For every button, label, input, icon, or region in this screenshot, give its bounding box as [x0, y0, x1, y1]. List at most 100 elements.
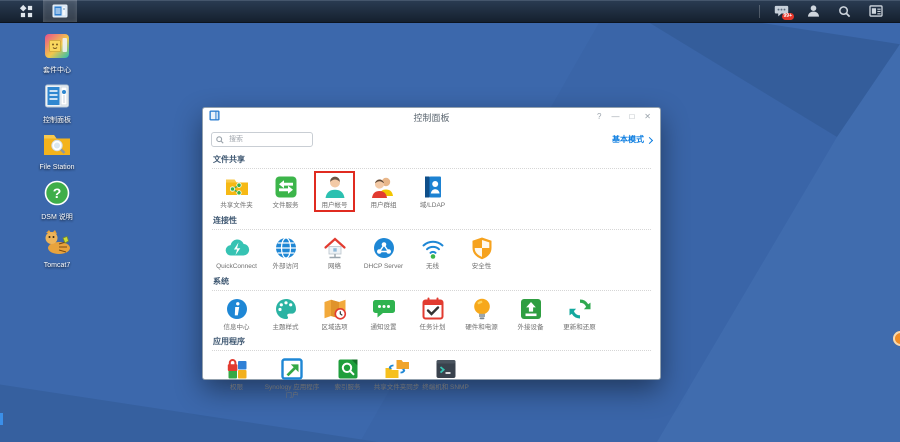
notification-bubble-icon: 99+ — [774, 4, 789, 18]
taskbar: 99+ — [0, 0, 900, 23]
cp-item-regional-options[interactable]: 区域选项 — [310, 296, 359, 332]
chevron-right-icon — [646, 136, 653, 143]
search-button[interactable] — [829, 0, 860, 22]
user-group-icon — [371, 174, 397, 200]
file-services-icon — [273, 174, 299, 200]
section-applications: 应用程序 权限 — [212, 332, 651, 401]
hardware-power-icon — [469, 296, 495, 322]
cp-item-dhcp-server[interactable]: DHCP Server — [359, 235, 408, 271]
desktop: 99+ — [0, 0, 900, 442]
wireless-icon — [420, 235, 446, 261]
cp-item-wireless[interactable]: 无线 — [408, 235, 457, 271]
package-center-icon — [43, 32, 71, 65]
cp-item-privileges[interactable]: 权限 — [212, 356, 261, 392]
cp-item-domain-ldap[interactable]: 域/LDAP — [408, 174, 457, 210]
cp-item-update-restore[interactable]: 更新和还原 — [555, 296, 604, 332]
search-box[interactable] — [211, 132, 313, 147]
terminal-icon — [433, 356, 459, 382]
basic-mode-label: 基本模式 — [612, 134, 644, 145]
user-menu-button[interactable] — [798, 0, 829, 22]
folder-sync-icon — [384, 356, 410, 382]
desktop-icon-tomcat7[interactable]: Tomcat7 — [25, 229, 89, 270]
window-title: 控制面板 — [203, 111, 660, 124]
cp-item-shared-folder[interactable]: 共享文件夹 — [212, 174, 261, 210]
main-menu-button[interactable] — [10, 0, 43, 22]
cp-item-theme[interactable]: 主题样式 — [261, 296, 310, 332]
main-menu-icon — [19, 4, 34, 19]
window-toolbar: 基本模式 — [203, 126, 660, 150]
cp-item-security[interactable]: 安全性 — [457, 235, 506, 271]
search-icon — [838, 5, 851, 18]
minimize-button[interactable]: — — [608, 110, 622, 124]
section-header: 应用程序 — [212, 332, 651, 351]
section-system: 系统 信息中心 — [212, 272, 651, 333]
domain-ldap-icon — [420, 174, 446, 200]
maximize-button[interactable]: □ — [626, 110, 637, 124]
cp-item-info-center[interactable]: 信息中心 — [212, 296, 261, 332]
cp-item-shared-folder-sync[interactable]: 共享文件夹同步 — [372, 356, 421, 392]
control-panel-window-icon — [52, 4, 68, 18]
search-input[interactable] — [227, 135, 308, 144]
desktop-icon-label: 控制面板 — [43, 117, 71, 125]
desktop-icon-package-center[interactable]: 套件中心 — [25, 32, 89, 75]
network-icon — [322, 235, 348, 261]
cp-item-task-scheduler[interactable]: 任务计划 — [408, 296, 457, 332]
desktop-icon-label: 套件中心 — [43, 67, 71, 75]
cp-item-user-group[interactable]: 用户群组 — [359, 174, 408, 210]
task-scheduler-icon — [420, 296, 446, 322]
search-icon — [216, 131, 224, 149]
control-panel-icon — [43, 82, 71, 115]
control-panel-content: 文件共享 共享文 — [203, 150, 660, 403]
info-center-icon — [224, 296, 250, 322]
cp-item-quickconnect[interactable]: QuickConnect — [212, 235, 261, 271]
section-file-sharing: 文件共享 共享文 — [212, 150, 651, 211]
desktop-icon-label: DSM 说明 — [41, 214, 73, 222]
cp-item-application-portal[interactable]: Synology 应用程序门户 — [261, 356, 323, 400]
widgets-button[interactable] — [860, 0, 892, 22]
external-access-icon — [273, 235, 299, 261]
cp-item-user-account[interactable]: 用户帐号 — [310, 174, 359, 210]
desktop-icon-label: File Station — [39, 164, 74, 172]
cp-item-hardware-power[interactable]: 硬件和电源 — [457, 296, 506, 332]
quickconnect-icon — [224, 235, 250, 261]
cp-item-external-access[interactable]: 外部访问 — [261, 235, 310, 271]
section-header: 连接性 — [212, 211, 651, 230]
theme-palette-icon — [273, 296, 299, 322]
section-header: 文件共享 — [212, 150, 651, 169]
help-button[interactable]: ? — [594, 110, 604, 124]
shared-folder-icon — [224, 174, 250, 200]
notifications-button[interactable]: 99+ — [765, 0, 798, 22]
indexing-service-icon — [335, 356, 361, 382]
cp-item-network[interactable]: 网络 — [310, 235, 359, 271]
desktop-icon-file-station[interactable]: File Station — [25, 131, 89, 172]
cp-item-terminal-snmp[interactable]: 终端机和 SNMP — [421, 356, 470, 392]
section-connectivity: 连接性 QuickConnect — [212, 211, 651, 272]
external-devices-icon — [518, 296, 544, 322]
desktop-icon-label: Tomcat7 — [44, 262, 70, 270]
section-header: 系统 — [212, 272, 651, 291]
widgets-panel-icon — [869, 5, 883, 17]
notification-settings-icon — [371, 296, 397, 322]
basic-mode-link[interactable]: 基本模式 — [612, 134, 652, 145]
close-button[interactable]: ✕ — [641, 110, 654, 124]
help-icon: ? — [43, 179, 71, 212]
cp-item-notification-settings[interactable]: 通知设置 — [359, 296, 408, 332]
update-restore-icon — [567, 296, 593, 322]
taskbar-app-control-panel-button[interactable] — [43, 0, 77, 22]
cp-item-file-services[interactable]: 文件服务 — [261, 174, 310, 210]
window-titlebar[interactable]: 控制面板 ? — □ ✕ — [203, 108, 660, 126]
privileges-lock-icon — [224, 356, 250, 382]
dhcp-server-icon — [371, 235, 397, 261]
desktop-icon-dsm-help[interactable]: ? DSM 说明 — [25, 179, 89, 222]
application-portal-icon — [279, 356, 305, 382]
tomcat-icon — [42, 229, 72, 260]
regional-options-icon — [322, 296, 348, 322]
screen-edge-tab[interactable] — [0, 413, 3, 425]
taskbar-separator — [759, 5, 760, 18]
cp-item-indexing-service[interactable]: 索引服务 — [323, 356, 372, 392]
cp-item-external-devices[interactable]: 外接设备 — [506, 296, 555, 332]
desktop-icon-control-panel[interactable]: 控制面板 — [25, 82, 89, 125]
notification-badge: 99+ — [782, 13, 794, 20]
user-account-icon — [322, 174, 348, 200]
desktop-icon-column: 套件中心 控制面板 — [25, 32, 89, 276]
